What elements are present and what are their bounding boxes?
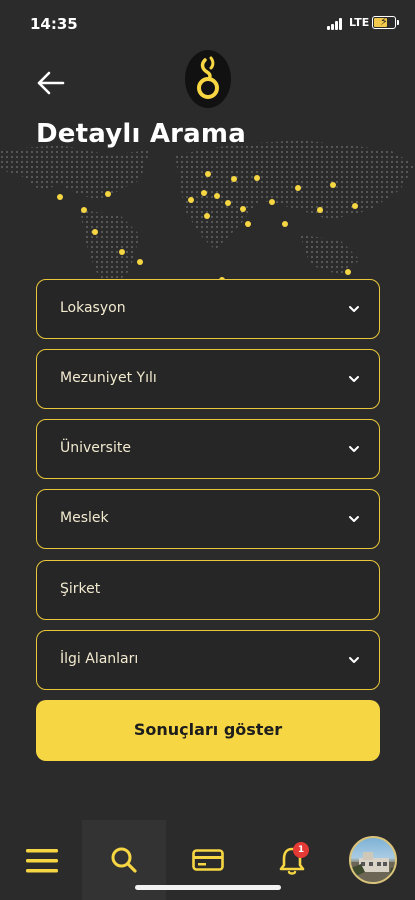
university-dropdown[interactable]: Üniversite [36,419,380,479]
signal-icon [327,18,345,30]
profession-dropdown[interactable]: Meslek [36,489,380,549]
card-icon [192,849,224,871]
network-label: LTE [349,16,370,29]
notification-badge: 1 [293,842,309,858]
status-time: 14:35 [30,15,78,33]
graduation-year-label: Mezuniyet Yılı [60,370,157,386]
university-label: Üniversite [60,440,131,456]
profession-label: Meslek [60,510,109,526]
app-logo [185,50,231,108]
interests-dropdown[interactable]: İlgi Alanları [36,630,380,690]
company-label: Şirket [60,581,101,597]
location-label: Lokasyon [60,300,126,316]
show-results-button[interactable]: Sonuçları göster [36,700,380,761]
status-bar: 14:35 LTE ⚡ [0,0,415,50]
show-results-label: Sonuçları göster [133,720,283,739]
logo-mark-icon [197,56,219,99]
location-dropdown[interactable]: Lokasyon [36,279,380,339]
home-indicator [135,885,281,890]
chevron-down-icon [349,446,359,452]
menu-icon [26,849,58,873]
chevron-down-icon [349,306,359,312]
world-map-illustration [0,140,415,290]
chevron-down-icon [349,376,359,382]
interests-label: İlgi Alanları [60,651,139,667]
avatar[interactable] [349,836,397,884]
arrow-left-icon [37,71,65,95]
company-input[interactable]: Şirket [36,560,380,620]
back-button[interactable] [36,70,66,96]
battery-icon: ⚡ [372,15,396,29]
search-icon [111,847,137,873]
chevron-down-icon [349,516,359,522]
chevron-down-icon [349,657,359,663]
tab-menu[interactable] [0,820,84,900]
graduation-year-dropdown[interactable]: Mezuniyet Yılı [36,349,380,409]
